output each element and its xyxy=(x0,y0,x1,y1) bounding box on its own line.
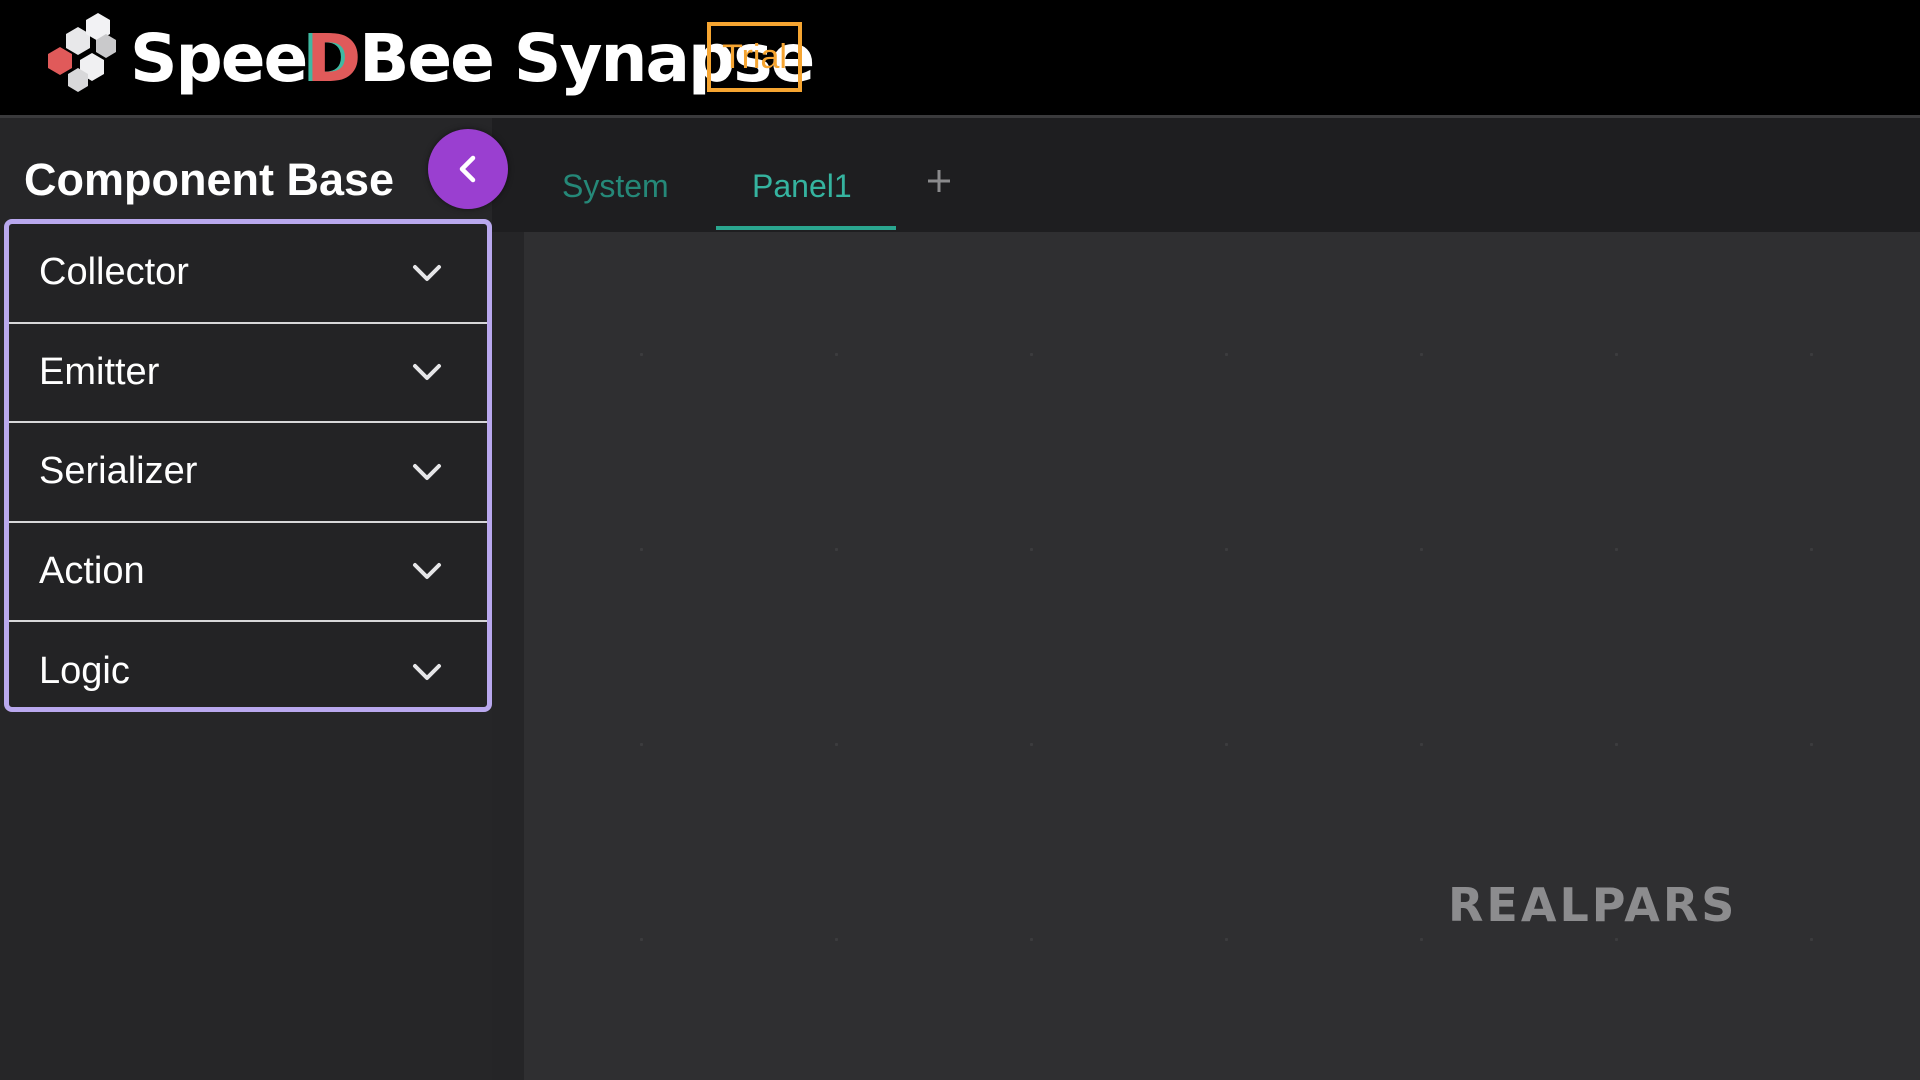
brand-prefix: Spee xyxy=(130,19,308,97)
category-collector[interactable]: Collector xyxy=(9,224,487,324)
flow-canvas[interactable] xyxy=(524,232,1920,1080)
tab-system[interactable]: System xyxy=(562,168,669,205)
brand-d-letter: D xyxy=(306,19,361,97)
sidebar-canvas-divider xyxy=(492,232,524,1080)
chevron-down-icon xyxy=(413,264,441,281)
chevron-down-icon xyxy=(413,364,441,381)
category-action[interactable]: Action xyxy=(9,523,487,622)
category-label: Collector xyxy=(39,251,189,294)
hexagon-logo-icon xyxy=(48,13,116,92)
category-label: Action xyxy=(39,549,145,592)
component-sidebar: Component Base Collector Emitter Seriali… xyxy=(0,118,508,1080)
collapse-sidebar-button[interactable] xyxy=(428,129,508,209)
app-header: Spee D Bee Synapse Trial xyxy=(0,0,1920,118)
category-list: Collector Emitter Serializer Action Logi… xyxy=(4,219,492,712)
category-emitter[interactable]: Emitter xyxy=(9,324,487,423)
realpars-watermark: REALPARS xyxy=(1448,878,1738,932)
category-label: Emitter xyxy=(39,350,160,393)
chevron-down-icon xyxy=(413,463,441,480)
category-label: Serializer xyxy=(39,450,198,493)
add-tab-button[interactable] xyxy=(914,156,964,206)
category-label: Logic xyxy=(39,650,130,693)
sidebar-title: Component Base xyxy=(24,154,395,205)
category-logic[interactable]: Logic xyxy=(9,622,487,707)
plus-icon xyxy=(928,170,950,192)
chevron-down-icon xyxy=(413,663,441,680)
active-tab-indicator xyxy=(716,226,896,230)
panel-tab-bar: System Panel1 xyxy=(492,118,1920,232)
chevron-left-icon xyxy=(459,155,476,183)
category-serializer[interactable]: Serializer xyxy=(9,423,487,523)
trial-badge: Trial xyxy=(707,22,802,92)
tab-panel1[interactable]: Panel1 xyxy=(752,168,852,205)
chevron-down-icon xyxy=(413,563,441,580)
